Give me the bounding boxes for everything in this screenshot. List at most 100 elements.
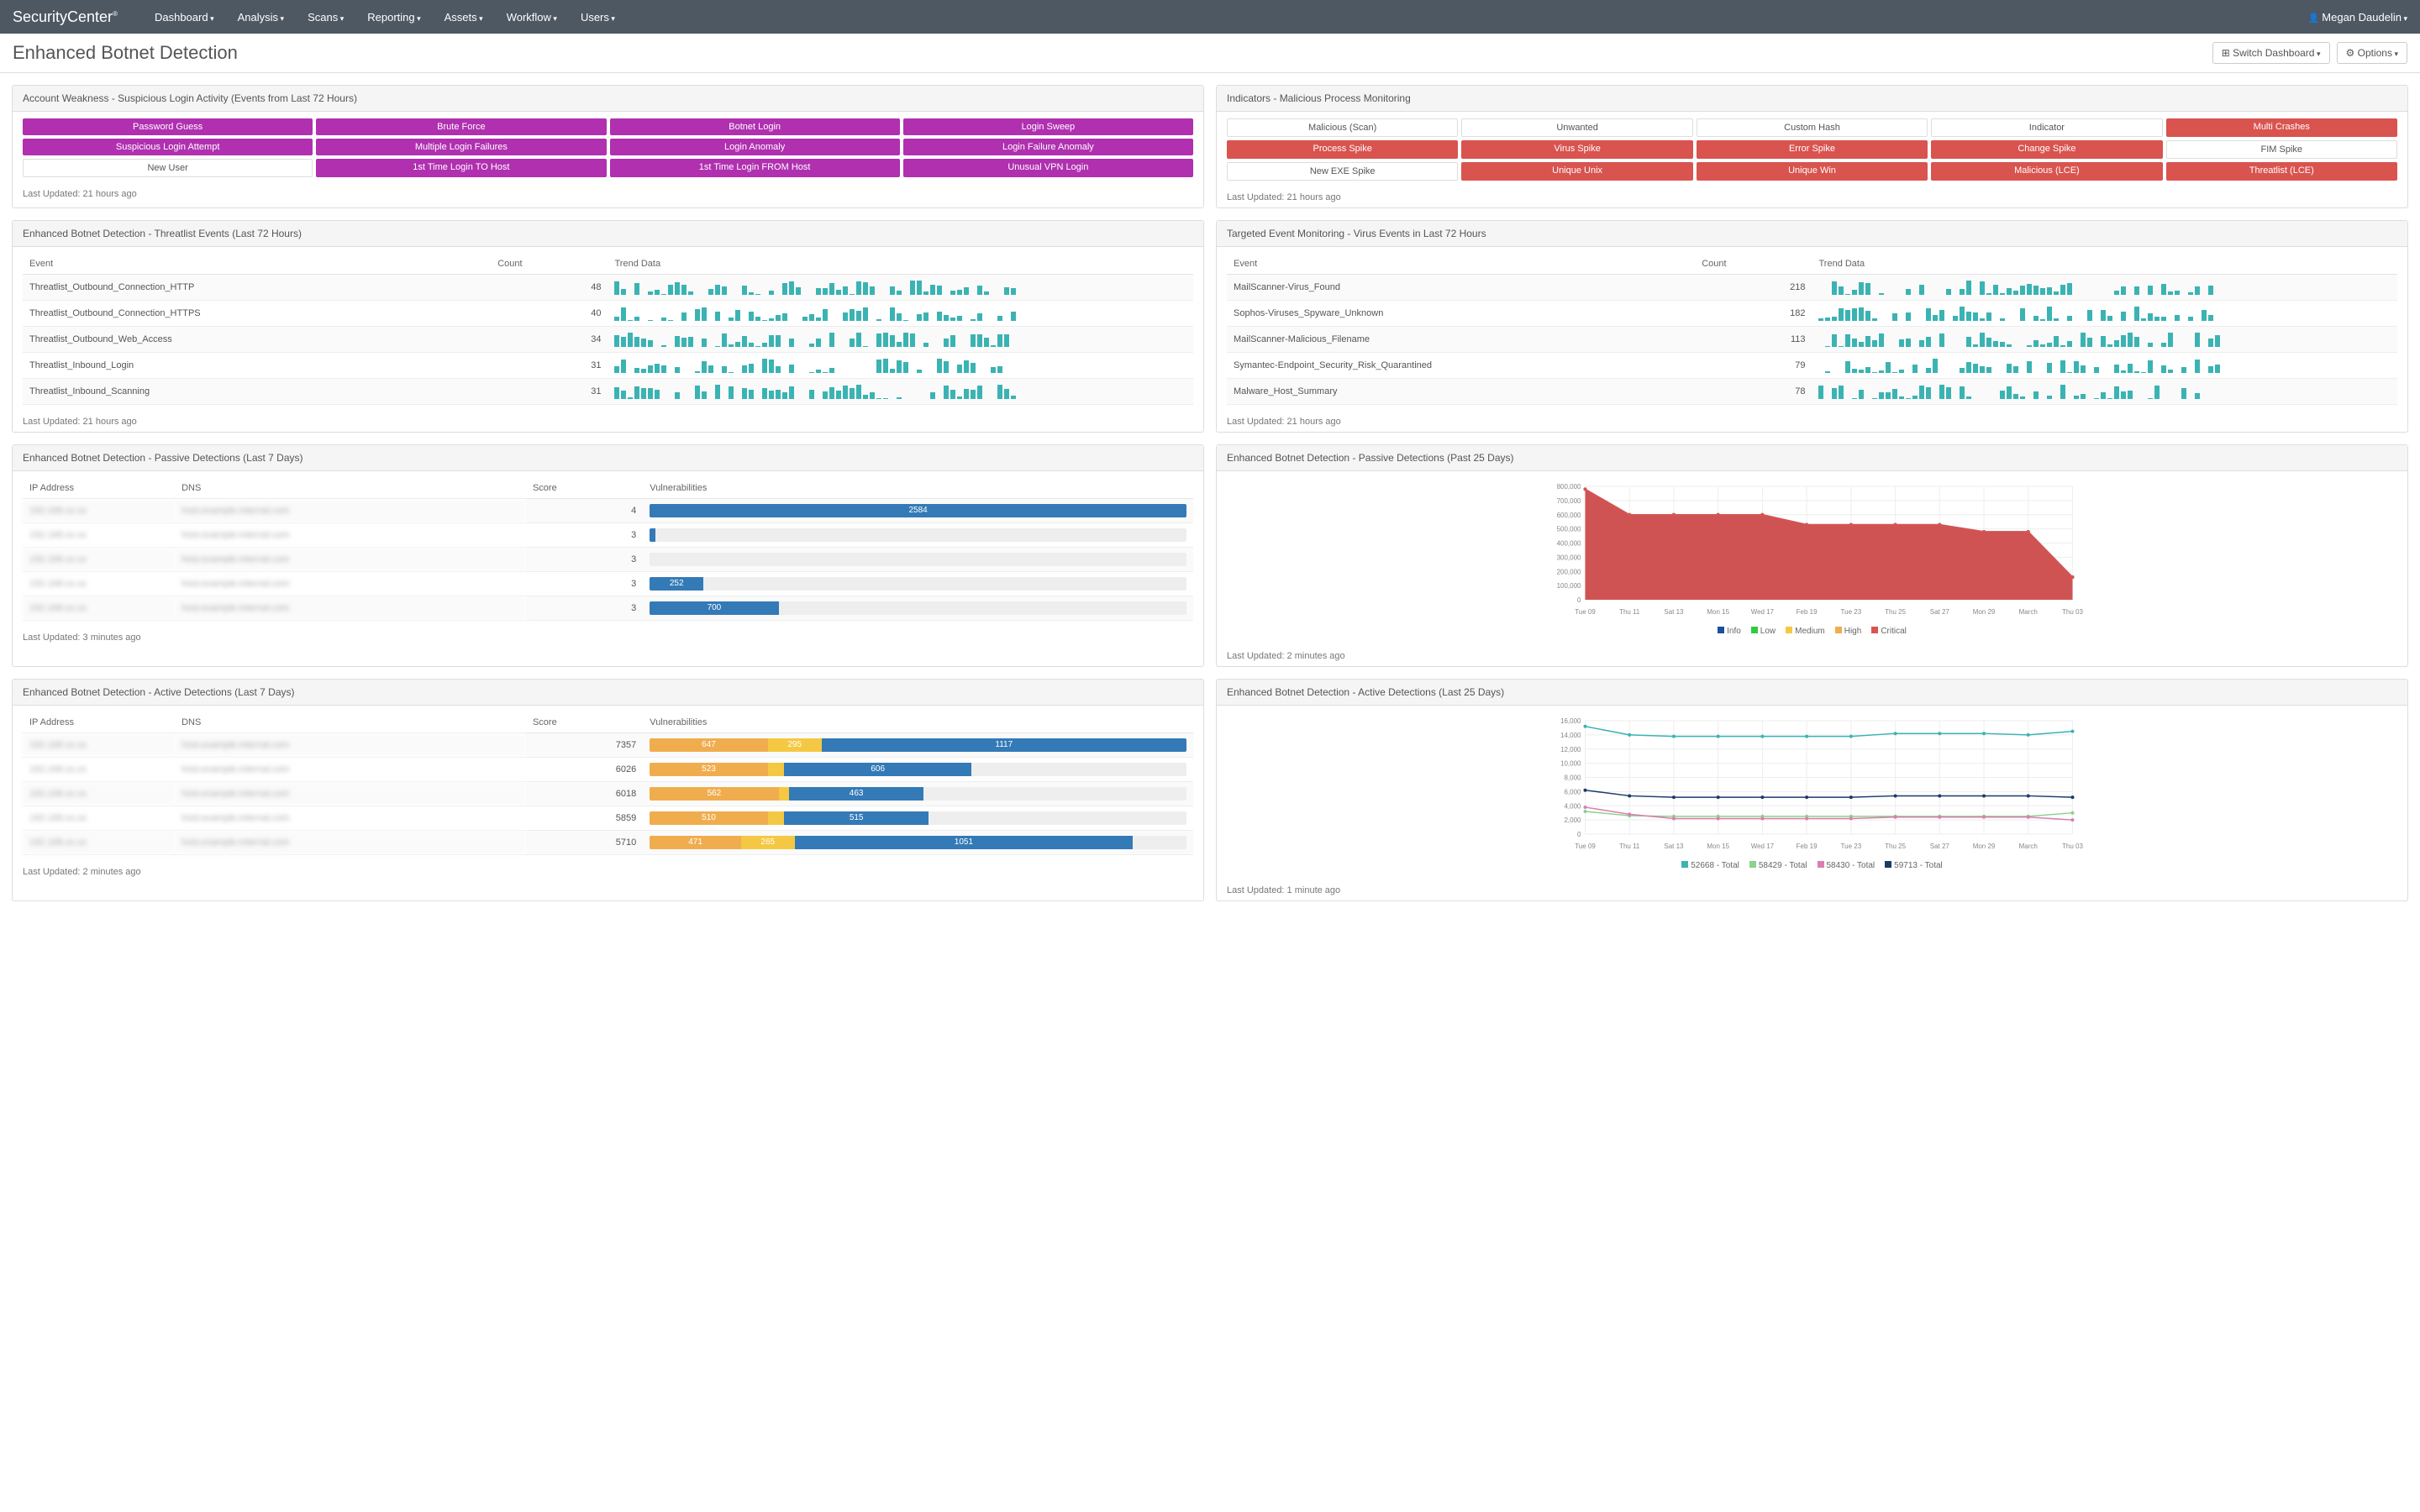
matrix-cell[interactable]: Multiple Login Failures [316,139,606,155]
nav-item[interactable]: Analysis [226,11,296,24]
nav-item[interactable]: Assets [433,11,495,24]
table-row[interactable]: Threatlist_Outbound_Connection_HTTPS40 [23,301,1193,327]
svg-text:14,000: 14,000 [1560,732,1581,739]
event-table: EventCountTrend DataMailScanner-Virus_Fo… [1227,254,2397,405]
event-table: EventCountTrend DataThreatlist_Outbound_… [23,254,1193,405]
matrix-cell[interactable]: Malicious (LCE) [1931,162,2162,181]
matrix-cell[interactable]: FIM Spike [2166,140,2397,159]
sparkline [614,332,1186,347]
table-row[interactable]: Threatlist_Inbound_Scanning31 [23,379,1193,405]
panel-indicators: Indicators - Malicious Process Monitorin… [1216,85,2408,208]
panel-active-7d: Enhanced Botnet Detection - Active Detec… [12,679,1204,901]
page-title: Enhanced Botnet Detection [13,42,238,64]
matrix-cell[interactable]: Change Spike [1931,140,2162,159]
user-menu[interactable]: Megan Daudelin [2308,11,2407,24]
matrix-cell[interactable]: Process Spike [1227,140,1458,159]
svg-text:Thu 03: Thu 03 [2062,843,2083,850]
svg-text:Sat 27: Sat 27 [1930,608,1950,616]
chart-legend: InfoLowMediumHighCritical [1227,623,2397,639]
matrix-cell[interactable]: Multi Crashes [2166,118,2397,137]
table-row[interactable]: 192.168.xx.xxhost.example.internal.com73… [23,733,1193,758]
matrix-cell[interactable]: Login Sweep [903,118,1193,135]
table-row[interactable]: 192.168.xx.xxhost.example.internal.com3 [23,548,1193,572]
panel-header: Enhanced Botnet Detection - Active Detec… [13,680,1203,706]
col-header: Event [23,254,491,275]
table-row[interactable]: MailScanner-Malicious_Filename113 [1227,327,2397,353]
panel-footer: Last Updated: 21 hours ago [1217,412,2407,432]
matrix-cell[interactable]: 1st Time Login TO Host [316,159,606,177]
svg-text:8,000: 8,000 [1564,774,1581,782]
matrix-cell[interactable]: Unwanted [1461,118,1692,137]
col-header: DNS [175,712,526,733]
nav-item[interactable]: Scans [296,11,355,24]
matrix-cell[interactable]: Brute Force [316,118,606,135]
svg-text:300,000: 300,000 [1557,554,1581,561]
svg-text:Feb 19: Feb 19 [1797,608,1818,616]
matrix-cell[interactable]: Indicator [1931,118,2162,137]
vuln-bar: 6472951117 [650,738,1186,752]
col-header: Score [526,712,643,733]
table-row[interactable]: Sophos-Viruses_Spyware_Unknown182 [1227,301,2397,327]
table-row[interactable]: Symantec-Endpoint_Security_Risk_Quaranti… [1227,353,2397,379]
matrix-cell[interactable]: Unique Win [1697,162,1928,181]
sparkline [614,358,1186,373]
table-row[interactable]: Malware_Host_Summary78 [1227,379,2397,405]
table-row[interactable]: Threatlist_Outbound_Connection_HTTP48 [23,275,1193,301]
vuln-bar: 523606 [650,763,1186,776]
table-row[interactable]: 192.168.xx.xxhost.example.internal.com58… [23,806,1193,831]
matrix-cell[interactable]: New User [23,159,313,177]
sparkline [1818,358,2391,373]
switch-dashboard-button[interactable]: ⊞ Switch Dashboard [2212,42,2330,64]
matrix-cell[interactable]: Unusual VPN Login [903,159,1193,177]
nav-item[interactable]: Users [569,11,627,24]
table-row[interactable]: 192.168.xx.xxhost.example.internal.com37… [23,596,1193,621]
table-row[interactable]: 192.168.xx.xxhost.example.internal.com32… [23,572,1193,596]
panel-footer: Last Updated: 21 hours ago [13,184,1203,204]
sparkline [1818,332,2391,347]
matrix-cell[interactable]: Threatlist (LCE) [2166,162,2397,181]
matrix-cell[interactable]: Custom Hash [1697,118,1928,137]
svg-text:500,000: 500,000 [1557,526,1581,533]
nav-item[interactable]: Dashboard [143,11,226,24]
matrix-cell[interactable]: Malicious (Scan) [1227,118,1458,137]
options-button[interactable]: ⚙ Options [2337,42,2407,64]
matrix-cell[interactable]: Password Guess [23,118,313,135]
table-row[interactable]: 192.168.xx.xxhost.example.internal.com60… [23,782,1193,806]
matrix-cell[interactable]: Error Spike [1697,140,1928,159]
table-row[interactable]: Threatlist_Outbound_Web_Access34 [23,327,1193,353]
svg-text:Tue 09: Tue 09 [1575,608,1596,616]
table-row[interactable]: Threatlist_Inbound_Login31 [23,353,1193,379]
panel-active-25d: Enhanced Botnet Detection - Active Detec… [1216,679,2408,901]
nav-item[interactable]: Workflow [495,11,569,24]
matrix-cell[interactable]: Login Failure Anomaly [903,139,1193,155]
table-row[interactable]: 192.168.xx.xxhost.example.internal.com3 [23,523,1193,548]
matrix-cell[interactable]: Login Anomaly [610,139,900,155]
panel-header: Indicators - Malicious Process Monitorin… [1217,86,2407,112]
panel-header: Targeted Event Monitoring - Virus Events… [1217,221,2407,247]
table-row[interactable]: 192.168.xx.xxhost.example.internal.com57… [23,831,1193,855]
table-row[interactable]: 192.168.xx.xxhost.example.internal.com60… [23,758,1193,782]
matrix-cell[interactable]: Unique Unix [1461,162,1692,181]
title-bar: Enhanced Botnet Detection ⊞ Switch Dashb… [0,34,2420,73]
matrix-cell[interactable]: 1st Time Login FROM Host [610,159,900,177]
col-header: Event [1227,254,1695,275]
matrix-cell[interactable]: Virus Spike [1461,140,1692,159]
matrix-cell[interactable]: Botnet Login [610,118,900,135]
table-row[interactable]: MailScanner-Virus_Found218 [1227,275,2397,301]
svg-text:4,000: 4,000 [1564,802,1581,810]
table-row[interactable]: 192.168.xx.xxhost.example.internal.com42… [23,499,1193,523]
svg-text:Tue 23: Tue 23 [1841,608,1862,616]
svg-text:Mon 29: Mon 29 [1973,608,1996,616]
svg-text:Mon 15: Mon 15 [1707,608,1729,616]
matrix-cell[interactable]: New EXE Spike [1227,162,1458,181]
panel-footer: Last Updated: 21 hours ago [1217,187,2407,207]
line-chart: 02,0004,0006,0008,00010,00012,00014,0001… [1227,712,2397,855]
svg-text:6,000: 6,000 [1564,788,1581,795]
col-header: DNS [175,478,526,499]
panel-account-weakness: Account Weakness - Suspicious Login Acti… [12,85,1204,208]
matrix-cell[interactable]: Suspicious Login Attempt [23,139,313,155]
nav-item[interactable]: Reporting [355,11,432,24]
vuln-bar: 510515 [650,811,1186,825]
panel-footer: Last Updated: 1 minute ago [1217,880,2407,900]
legend-item: Info [1718,627,1741,636]
